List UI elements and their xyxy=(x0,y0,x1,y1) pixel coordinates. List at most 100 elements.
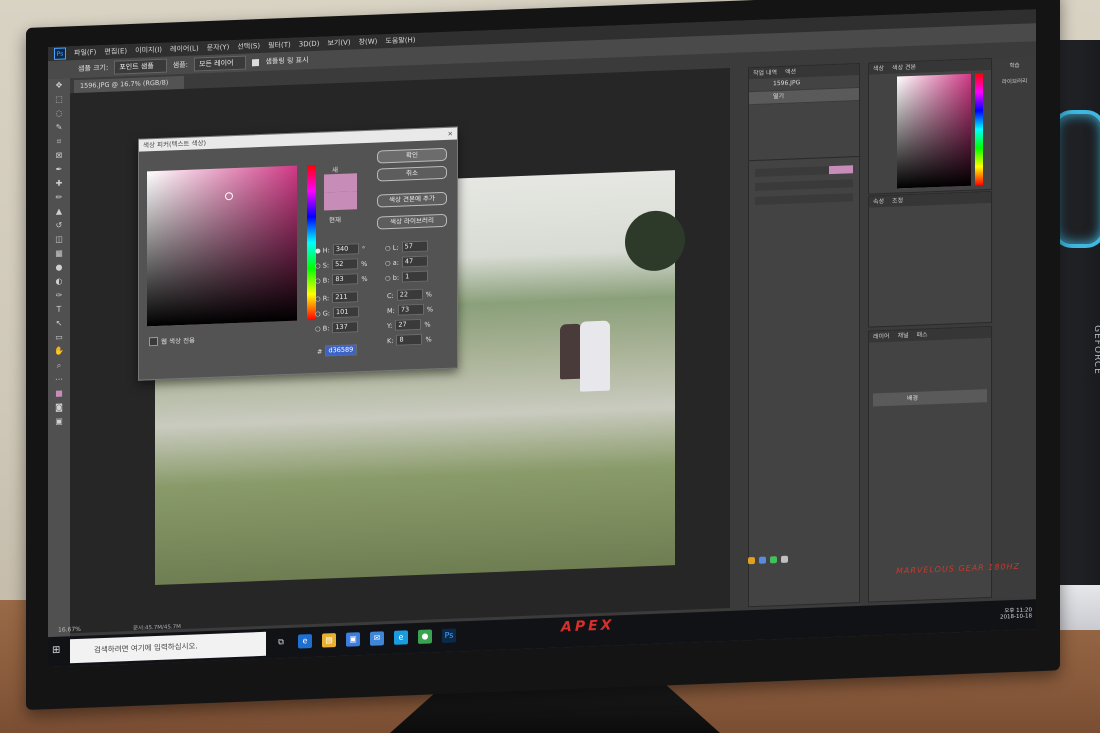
cancel-button[interactable]: 취소 xyxy=(377,165,447,182)
c-row: C: 22 % xyxy=(387,288,432,301)
ok-button[interactable]: 확인 xyxy=(377,147,447,164)
text-color-swatch[interactable] xyxy=(829,165,853,175)
foreground-color-icon[interactable]: ■ xyxy=(48,386,70,401)
dodge-tool-icon[interactable]: ◐ xyxy=(48,274,70,289)
g-field[interactable]: 101 xyxy=(332,306,359,319)
sample-size-label: 샘플 크기: xyxy=(78,63,109,74)
menu-select[interactable]: 선택(S) xyxy=(237,41,260,52)
more-tools-icon[interactable]: ⋯ xyxy=(48,372,70,387)
mail-icon[interactable]: ✉ xyxy=(370,631,384,646)
hex-field[interactable]: d36589 xyxy=(325,344,358,357)
photoshop-taskbar-icon[interactable]: Ps xyxy=(442,628,456,644)
lasso-tool-icon[interactable]: ◌ xyxy=(48,106,70,121)
color-panel-hue[interactable] xyxy=(975,73,983,186)
k-field[interactable]: 8 xyxy=(396,333,423,346)
tab-color[interactable]: 색상 xyxy=(873,63,884,74)
tab-channels[interactable]: 채널 xyxy=(898,330,909,341)
r-field[interactable]: 211 xyxy=(332,291,359,304)
task-view-icon[interactable]: ⧉ xyxy=(274,635,288,650)
size-field[interactable] xyxy=(755,193,853,205)
quick-mask-icon[interactable]: ◙ xyxy=(48,400,70,415)
menu-3d[interactable]: 3D(D) xyxy=(299,40,320,49)
show-ring-checkbox[interactable] xyxy=(252,58,260,66)
clock[interactable]: 오후 11:20 2018-10-18 xyxy=(1000,605,1032,620)
close-icon[interactable]: × xyxy=(448,128,453,140)
tab-layers[interactable]: 레이어 xyxy=(873,331,890,343)
file-explorer-icon[interactable]: ▤ xyxy=(322,633,336,648)
sample-size-select[interactable]: 포인트 샘플 xyxy=(114,58,167,75)
color-libraries-button[interactable]: 색상 라이브러리 xyxy=(377,213,447,230)
edge-icon[interactable]: e xyxy=(298,634,312,649)
eyedropper-tool-icon[interactable]: ✒ xyxy=(48,162,70,177)
menu-window[interactable]: 창(W) xyxy=(359,37,378,48)
h-field[interactable]: 340 xyxy=(332,243,359,256)
zoom-tool-icon[interactable]: ⌕ xyxy=(48,358,70,373)
type-tool-icon[interactable]: T xyxy=(48,302,70,317)
quick-select-tool-icon[interactable]: ✎ xyxy=(48,120,70,135)
color-panel-field[interactable] xyxy=(897,73,971,189)
web-only-checkbox[interactable] xyxy=(149,336,158,346)
windows-start-icon[interactable]: ⊞ xyxy=(52,645,64,657)
tray-app-icon[interactable] xyxy=(759,556,766,564)
b-field[interactable]: 83 xyxy=(332,273,359,286)
history-brush-icon[interactable]: ↺ xyxy=(48,218,70,233)
menu-filter[interactable]: 필터(T) xyxy=(268,40,291,51)
menu-file[interactable]: 파일(F) xyxy=(74,47,96,58)
m-field[interactable]: 73 xyxy=(397,303,424,316)
brush-tool-icon[interactable]: ✏ xyxy=(48,190,70,205)
libraries-panel-button[interactable]: 라이브러리 xyxy=(993,72,1036,90)
history-item-open[interactable]: 열기 xyxy=(749,87,859,106)
screen-mode-icon[interactable]: ▣ xyxy=(48,414,70,429)
tab-swatches[interactable]: 색상 견본 xyxy=(892,62,916,74)
healing-tool-icon[interactable]: ✚ xyxy=(48,176,70,191)
tray-app-icon[interactable] xyxy=(781,555,788,563)
pct-unit: % xyxy=(361,274,368,283)
app-icon[interactable]: ● xyxy=(418,629,432,644)
style-field[interactable] xyxy=(755,179,853,191)
tray-app-icon[interactable] xyxy=(770,556,777,564)
marquee-tool-icon[interactable]: ⬚ xyxy=(48,92,70,107)
menu-type[interactable]: 문자(Y) xyxy=(207,42,230,53)
tab-adjustments[interactable]: 조정 xyxy=(892,195,903,206)
crop-tool-icon[interactable]: ⌗ xyxy=(48,134,70,149)
lab-b-label: ○ b: xyxy=(385,273,400,282)
path-select-icon[interactable]: ↖ xyxy=(48,316,70,331)
menu-image[interactable]: 이미지(I) xyxy=(135,45,162,56)
s-field[interactable]: 52 xyxy=(332,258,359,271)
learn-panel-button[interactable]: 학습 xyxy=(993,56,1036,74)
menu-view[interactable]: 보기(V) xyxy=(327,38,350,49)
sample-select[interactable]: 모든 레이어 xyxy=(194,55,247,72)
gradient-tool-icon[interactable]: ▦ xyxy=(48,246,70,261)
shape-tool-icon[interactable]: ▭ xyxy=(48,330,70,345)
color-cursor[interactable] xyxy=(225,192,233,201)
move-tool-icon[interactable]: ✥ xyxy=(48,78,70,93)
c-field[interactable]: 22 xyxy=(396,288,423,301)
hand-tool-icon[interactable]: ✋ xyxy=(48,344,70,359)
l-field[interactable]: 57 xyxy=(401,240,428,253)
add-to-swatches-button[interactable]: 색상 견본에 추가 xyxy=(377,191,447,208)
store-icon[interactable]: ▣ xyxy=(346,632,360,647)
taskbar-search[interactable]: 검색하려면 여기에 입력하십시오. xyxy=(70,631,266,664)
menu-layer[interactable]: 레이어(L) xyxy=(170,43,199,54)
stamp-tool-icon[interactable]: ▲ xyxy=(48,204,70,219)
saturation-field[interactable] xyxy=(147,165,297,327)
lab-b-field[interactable]: 1 xyxy=(402,270,429,283)
menu-edit[interactable]: 편집(E) xyxy=(104,46,127,57)
internet-explorer-icon[interactable]: e xyxy=(394,630,408,645)
tab-properties[interactable]: 속성 xyxy=(873,196,884,207)
layer-row[interactable]: 배경 xyxy=(873,389,987,407)
frame-tool-icon[interactable]: ⊠ xyxy=(48,148,70,163)
y-field[interactable]: 27 xyxy=(395,318,422,331)
pen-tool-icon[interactable]: ✑ xyxy=(48,288,70,303)
deg-unit: ° xyxy=(361,244,366,253)
current-color-swatch[interactable] xyxy=(324,191,357,211)
h-row: ● H: 340 ° xyxy=(315,243,365,256)
eraser-tool-icon[interactable]: ◫ xyxy=(48,232,70,247)
tab-actions[interactable]: 액션 xyxy=(785,66,796,77)
tab-paths[interactable]: 패스 xyxy=(917,329,928,340)
blue-field[interactable]: 137 xyxy=(332,321,359,334)
blur-tool-icon[interactable]: ● xyxy=(48,260,70,275)
tray-app-icon[interactable] xyxy=(748,556,755,565)
a-field[interactable]: 47 xyxy=(401,255,428,268)
menu-help[interactable]: 도움말(H) xyxy=(385,35,415,46)
